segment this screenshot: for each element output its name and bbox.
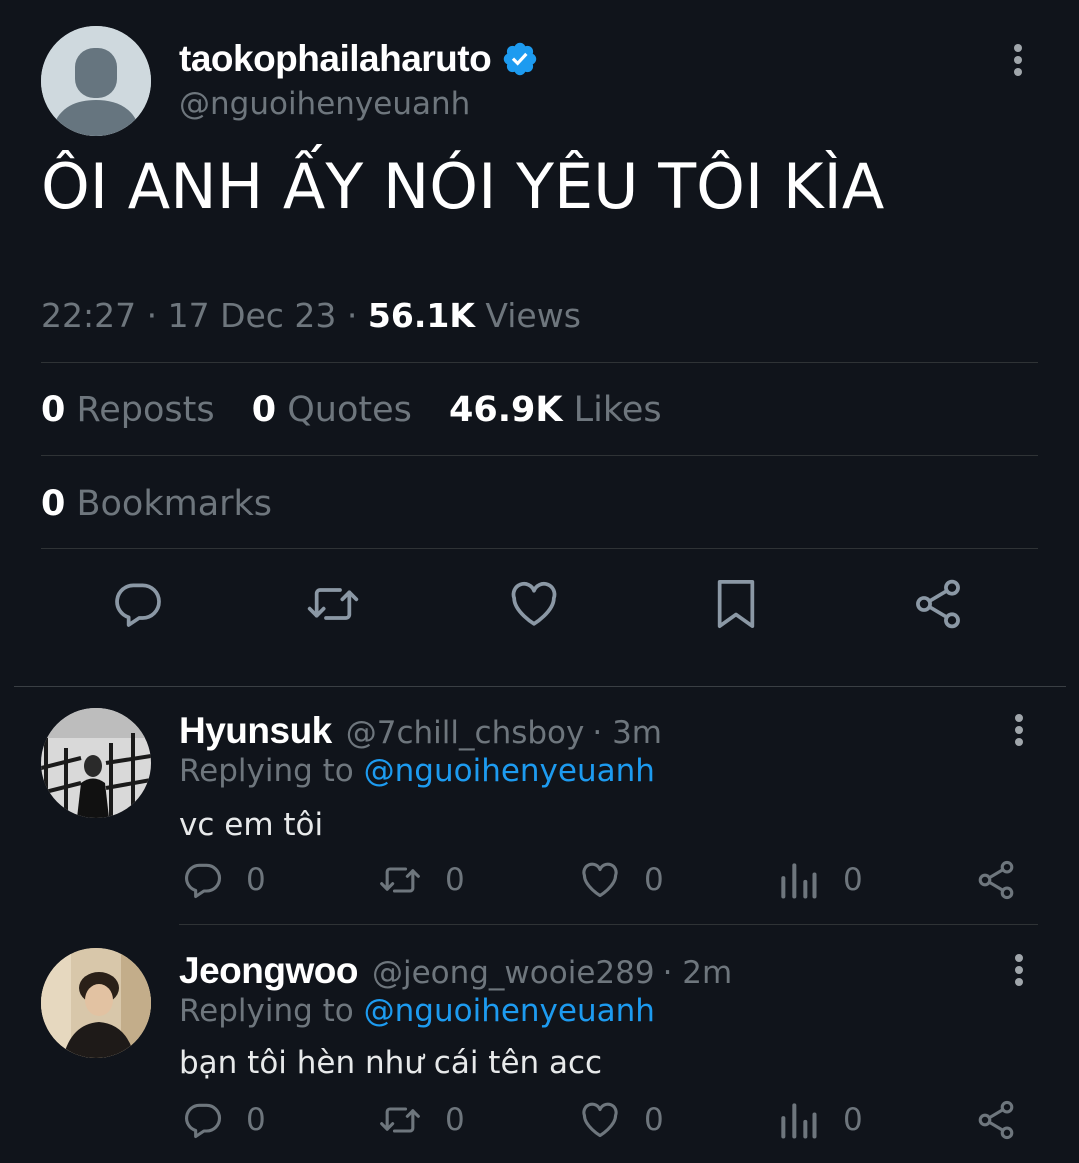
replying-to-mention[interactable]: @nguoihenyeuanh bbox=[364, 993, 655, 1029]
bookmarks-count: 0 bbox=[41, 484, 66, 524]
repost-icon[interactable] bbox=[378, 858, 422, 902]
tweet-detail-page: taokophailaharuto @nguoihenyeuanh ÔI ANH… bbox=[0, 0, 1079, 1163]
tweet-text: ÔI ANH ẤY NÓI YÊU TÔI KÌA bbox=[41, 150, 885, 223]
reply-icon[interactable] bbox=[181, 858, 225, 902]
likes-stat[interactable]: 46.9K Likes bbox=[449, 390, 662, 430]
tweet-meta: 22:27 · 17 Dec 23 · 56.1K Views bbox=[41, 296, 581, 335]
user-photo-icon bbox=[41, 708, 151, 818]
reply-header: Jeongwoo @jeong_wooie289 · 2m bbox=[179, 950, 732, 992]
tweet-date[interactable]: 17 Dec 23 bbox=[168, 296, 337, 335]
share-icon[interactable] bbox=[910, 576, 966, 632]
repost-count: 0 bbox=[445, 1102, 465, 1138]
meta-separator: · bbox=[346, 296, 368, 335]
default-avatar-icon bbox=[41, 26, 151, 136]
bookmarks-label: Bookmarks bbox=[76, 484, 273, 524]
more-options-icon[interactable] bbox=[1004, 713, 1034, 747]
replying-to-label: Replying to bbox=[179, 753, 354, 789]
divider bbox=[41, 548, 1038, 549]
section-divider bbox=[14, 686, 1066, 687]
reply-icon[interactable] bbox=[181, 1098, 225, 1142]
reply-header: Hyunsuk @7chill_chsboy · 3m bbox=[179, 710, 662, 752]
replying-to: Replying to @nguoihenyeuanh bbox=[179, 993, 655, 1029]
views-count: 0 bbox=[843, 862, 863, 898]
like-count: 0 bbox=[644, 862, 664, 898]
share-icon[interactable] bbox=[974, 1098, 1018, 1142]
likes-label: Likes bbox=[573, 390, 662, 430]
views-count: 0 bbox=[843, 1102, 863, 1138]
reply-text: bạn tôi hèn như cái tên acc bbox=[179, 1045, 603, 1081]
replying-to-mention[interactable]: @nguoihenyeuanh bbox=[364, 753, 655, 789]
views-label: Views bbox=[485, 296, 581, 335]
reposts-stat[interactable]: 0 Reposts bbox=[41, 390, 215, 430]
meta-separator: · bbox=[146, 296, 168, 335]
like-icon[interactable] bbox=[578, 1098, 622, 1142]
repost-icon[interactable] bbox=[305, 576, 361, 632]
like-count: 0 bbox=[644, 1102, 664, 1138]
more-options-icon[interactable] bbox=[1002, 43, 1034, 77]
reply-author-handle[interactable]: @7chill_chsboy bbox=[346, 715, 585, 751]
quotes-label: Quotes bbox=[287, 390, 412, 430]
quotes-count: 0 bbox=[251, 390, 277, 430]
replying-to-label: Replying to bbox=[179, 993, 354, 1029]
reply-avatar[interactable] bbox=[41, 708, 151, 818]
bookmarks-stat[interactable]: 0 Bookmarks bbox=[41, 484, 272, 524]
reposts-count: 0 bbox=[41, 390, 66, 430]
author-handle[interactable]: @nguoihenyeuanh bbox=[179, 86, 470, 122]
repost-icon[interactable] bbox=[378, 1098, 422, 1142]
like-icon[interactable] bbox=[506, 576, 562, 632]
reply-icon[interactable] bbox=[110, 576, 166, 632]
reply-text: vc em tôi bbox=[179, 807, 324, 843]
more-options-icon[interactable] bbox=[1004, 953, 1034, 987]
reply-time[interactable]: · 3m bbox=[592, 715, 662, 751]
tweet-time[interactable]: 22:27 bbox=[41, 296, 136, 335]
replying-to: Replying to @nguoihenyeuanh bbox=[179, 753, 655, 789]
views-count: 56.1K bbox=[367, 296, 475, 335]
views-chart-icon[interactable] bbox=[776, 1098, 820, 1142]
bookmark-icon[interactable] bbox=[708, 576, 764, 632]
author-name[interactable]: taokophailaharuto bbox=[179, 38, 492, 80]
reply-author-name[interactable]: Hyunsuk bbox=[179, 710, 332, 752]
quotes-stat[interactable]: 0 Quotes bbox=[252, 390, 412, 430]
divider bbox=[41, 362, 1038, 363]
reply-avatar[interactable] bbox=[41, 948, 151, 1058]
reposts-label: Reposts bbox=[76, 390, 215, 430]
repost-count: 0 bbox=[445, 862, 465, 898]
views-chart-icon[interactable] bbox=[776, 858, 820, 902]
author-avatar[interactable] bbox=[41, 26, 151, 136]
reply-count: 0 bbox=[246, 862, 266, 898]
reply-author-handle[interactable]: @jeong_wooie289 bbox=[372, 955, 655, 991]
share-icon[interactable] bbox=[974, 858, 1018, 902]
author-name-row[interactable]: taokophailaharuto bbox=[179, 38, 539, 80]
reply-author-name[interactable]: Jeongwoo bbox=[179, 950, 358, 992]
reply-count: 0 bbox=[246, 1102, 266, 1138]
reply-time[interactable]: · 2m bbox=[663, 955, 733, 991]
user-photo-icon bbox=[41, 948, 151, 1058]
likes-count: 46.9K bbox=[449, 390, 563, 430]
verified-badge-icon bbox=[503, 42, 537, 76]
like-icon[interactable] bbox=[578, 858, 622, 902]
divider bbox=[179, 924, 1038, 925]
divider bbox=[41, 455, 1038, 456]
engagement-stats: 0 Reposts 0 Quotes 46.9K Likes bbox=[41, 390, 688, 430]
